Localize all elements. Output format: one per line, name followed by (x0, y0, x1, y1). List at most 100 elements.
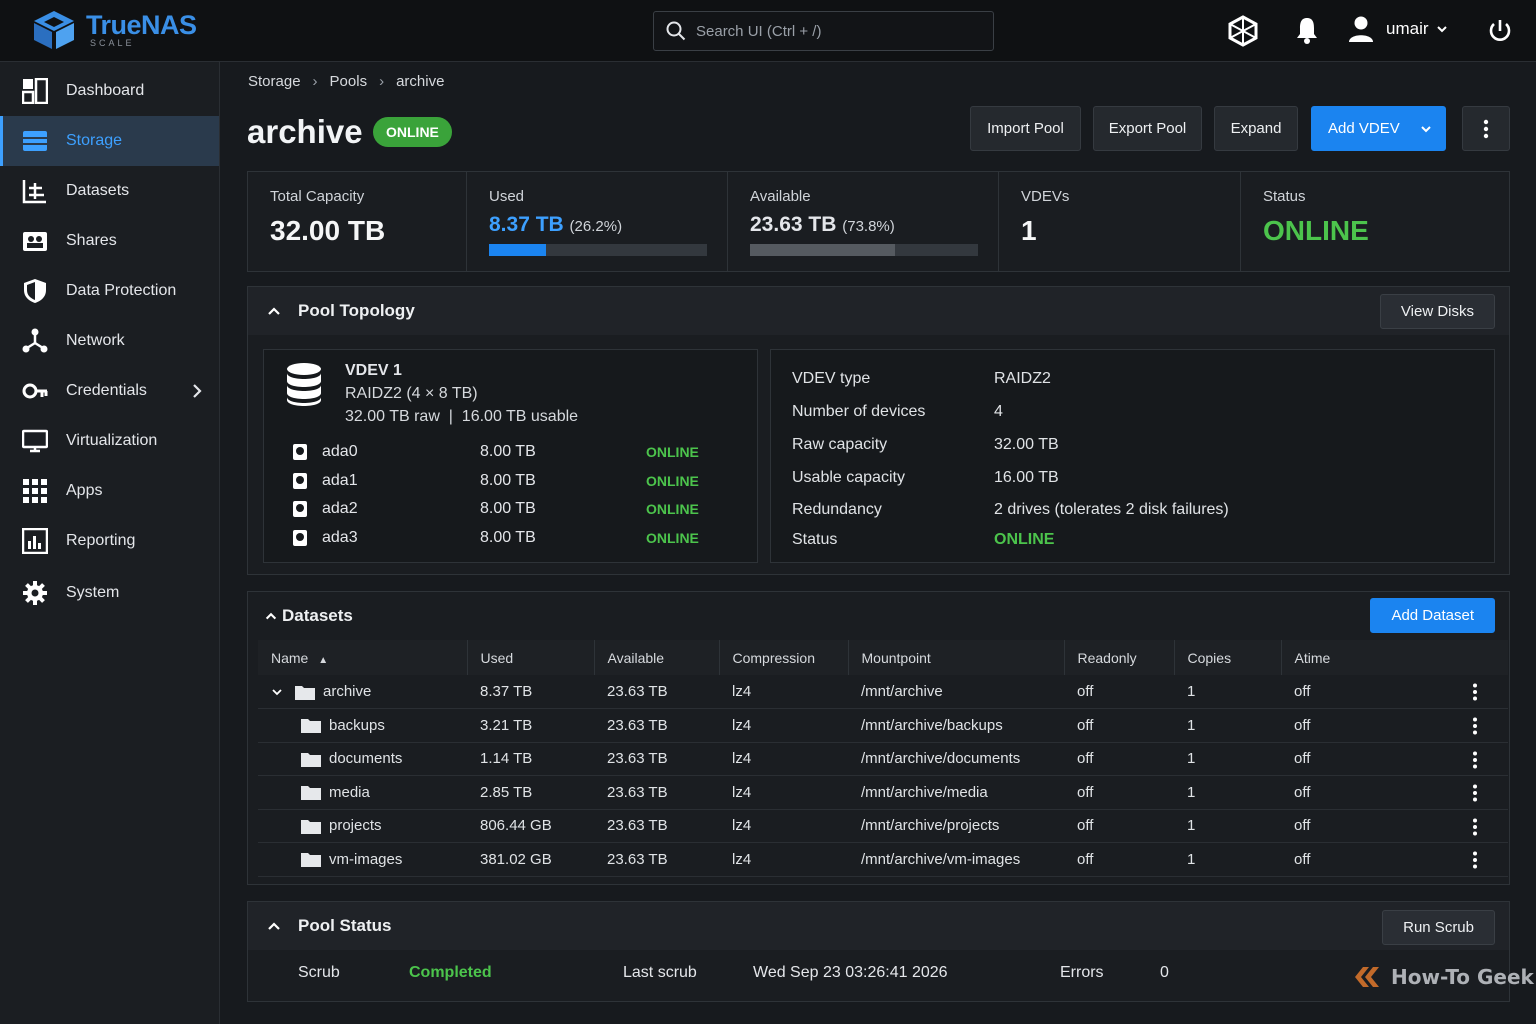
dataset-mountpoint: /mnt/archive/backups (848, 708, 1064, 743)
table-row[interactable]: vm-images 381.02 GB 23.63 TB lz4/mnt/archiv… (258, 842, 1508, 877)
more-vertical-icon[interactable] (1472, 818, 1478, 836)
column-header[interactable]: Atime (1281, 640, 1508, 675)
breadcrumb-pools[interactable]: Pools (330, 73, 368, 90)
dataset-name-cell[interactable]: backups (258, 708, 467, 743)
sidebar-item-shares[interactable]: Shares (0, 216, 219, 266)
disk-status: ONLINE (646, 444, 699, 460)
table-row[interactable]: projects 806.44 GB 23.63 TB lz4/mnt/archive… (258, 809, 1508, 843)
logo-edition: SCALE (90, 38, 135, 48)
panel-header[interactable]: Datasets Add Dataset (248, 592, 1509, 640)
search-box[interactable] (653, 11, 994, 51)
stat-value: 23.63 TB (750, 213, 837, 236)
dataset-compression: lz4 (719, 809, 848, 843)
chevron-down-icon (1436, 26, 1447, 33)
table-row[interactable]: backups 3.21 TB 23.63 TB lz4/mnt/archive/ba… (258, 708, 1508, 743)
table-row[interactable]: archive 8.37 TB 23.63 TB lz4/mnt/archive off… (258, 675, 1508, 709)
detail-value: 4 (994, 403, 1003, 420)
dataset-mountpoint: /mnt/archive/projects (848, 809, 1064, 843)
add-vdev-button[interactable]: Add VDEV (1311, 106, 1446, 151)
disk-icon (293, 501, 307, 517)
column-header[interactable]: Mountpoint (848, 640, 1065, 675)
table-row[interactable]: media 2.85 TB 23.63 TB lz4/mnt/archive/medi… (258, 775, 1508, 810)
disk-size: 8.00 TB (480, 529, 536, 546)
sidebar-item-credentials[interactable]: Credentials (0, 366, 219, 416)
power-icon[interactable] (1487, 18, 1513, 44)
table-header-row: Name ▲ Used Available Compression Mountp… (258, 640, 1508, 675)
run-scrub-button[interactable]: Run Scrub (1382, 910, 1495, 945)
username: umair (1386, 19, 1429, 38)
disk-row[interactable]: ada2 8.00 TB ONLINE (292, 497, 732, 521)
dataset-available: 23.63 TB (594, 708, 719, 743)
stat-percent: (26.2%) (569, 218, 623, 235)
chevron-up-icon[interactable] (266, 303, 282, 319)
breadcrumb-current: archive (396, 73, 445, 90)
column-header[interactable]: Available (594, 640, 720, 675)
chevron-up-icon[interactable] (266, 918, 282, 934)
dataset-name-cell[interactable]: vm-images (258, 842, 467, 877)
more-vertical-icon[interactable] (1472, 751, 1478, 769)
sidebar-item-label: System (66, 584, 120, 601)
expand-button[interactable]: Expand (1214, 106, 1298, 151)
view-disks-button[interactable]: View Disks (1379, 294, 1495, 329)
column-header[interactable]: Compression (719, 640, 849, 675)
panel-header[interactable]: Pool Topology View Disks (248, 287, 1509, 335)
sidebar-item-virtualization[interactable]: Virtualization (0, 416, 219, 466)
truenas-logo[interactable]: TrueNAS SCALE (30, 9, 197, 51)
disk-status: ONLINE (646, 530, 699, 546)
disk-row[interactable]: ada1 8.00 TB ONLINE (292, 469, 732, 493)
shares-icon (22, 228, 48, 254)
vdev-details: VDEV type RAIDZ2 Number of devices 4 Raw c… (770, 349, 1495, 563)
add-dataset-button[interactable]: Add Dataset (1370, 598, 1495, 633)
breadcrumb-separator-icon: › (379, 73, 385, 90)
more-actions-button[interactable] (1462, 106, 1510, 151)
chevron-down-icon[interactable] (271, 686, 283, 698)
capacity-summary: Total Capacity 32.00 TB Used 8.37 TB (26… (247, 171, 1510, 272)
more-vertical-icon (1483, 119, 1489, 138)
dataset-readonly: off (1064, 742, 1174, 776)
disk-status: ONLINE (646, 501, 699, 517)
import-pool-button[interactable]: Import Pool (970, 106, 1081, 151)
disk-row[interactable]: ada3 8.00 TB ONLINE (292, 526, 732, 550)
sidebar-item-network[interactable]: Network (0, 316, 219, 366)
sidebar-item-storage[interactable]: Storage (0, 116, 219, 166)
panel-header[interactable]: Pool Status Run Scrub (248, 902, 1509, 950)
sidebar-item-dashboard[interactable]: Dashboard (0, 66, 219, 116)
disk-row[interactable]: ada0 8.00 TB ONLINE (292, 440, 732, 464)
more-vertical-icon[interactable] (1472, 784, 1478, 802)
column-header[interactable]: Copies (1174, 640, 1282, 675)
dataset-atime: off (1281, 675, 1508, 709)
sidebar-item-apps[interactable]: Apps (0, 466, 219, 516)
breadcrumb: Storage › Pools › archive (248, 73, 444, 90)
column-header[interactable]: Readonly (1064, 640, 1175, 675)
more-vertical-icon[interactable] (1472, 683, 1478, 701)
export-pool-button[interactable]: Export Pool (1093, 106, 1202, 151)
sidebar-item-data-protection[interactable]: Data Protection (0, 266, 219, 316)
breadcrumb-storage[interactable]: Storage (248, 73, 301, 90)
user-menu[interactable]: umair (1348, 15, 1449, 43)
available-progress-fill (750, 244, 895, 256)
chevron-up-icon[interactable] (264, 609, 278, 623)
more-vertical-icon[interactable] (1472, 717, 1478, 735)
sidebar-item-label: Virtualization (66, 432, 158, 449)
stat-label: Available (750, 188, 811, 205)
truecommand-icon[interactable] (1227, 15, 1259, 47)
table-row[interactable]: documents 1.14 TB 23.63 TB lz4/mnt/archive/… (258, 742, 1508, 776)
column-header[interactable]: Name ▲ (258, 640, 468, 675)
dataset-name-cell[interactable]: documents (258, 742, 467, 776)
datasets-icon (22, 178, 48, 204)
sidebar-item-label: Datasets (66, 182, 130, 199)
dataset-name-cell[interactable]: archive (258, 675, 467, 709)
notifications-bell-icon[interactable] (1295, 16, 1319, 44)
column-header[interactable]: Used (467, 640, 595, 675)
dataset-name-cell[interactable]: projects (258, 809, 467, 843)
dataset-readonly: off (1064, 842, 1174, 877)
sidebar-item-reporting[interactable]: Reporting (0, 516, 219, 566)
dataset-name-cell[interactable]: media (258, 775, 467, 810)
dataset-copies: 1 (1174, 775, 1281, 810)
dataset-atime: off (1281, 742, 1508, 776)
chevron-down-icon[interactable] (1419, 122, 1433, 136)
search-input[interactable] (696, 22, 956, 40)
sidebar-item-system[interactable]: System (0, 568, 219, 618)
more-vertical-icon[interactable] (1472, 851, 1478, 869)
sidebar-item-datasets[interactable]: Datasets (0, 166, 219, 216)
